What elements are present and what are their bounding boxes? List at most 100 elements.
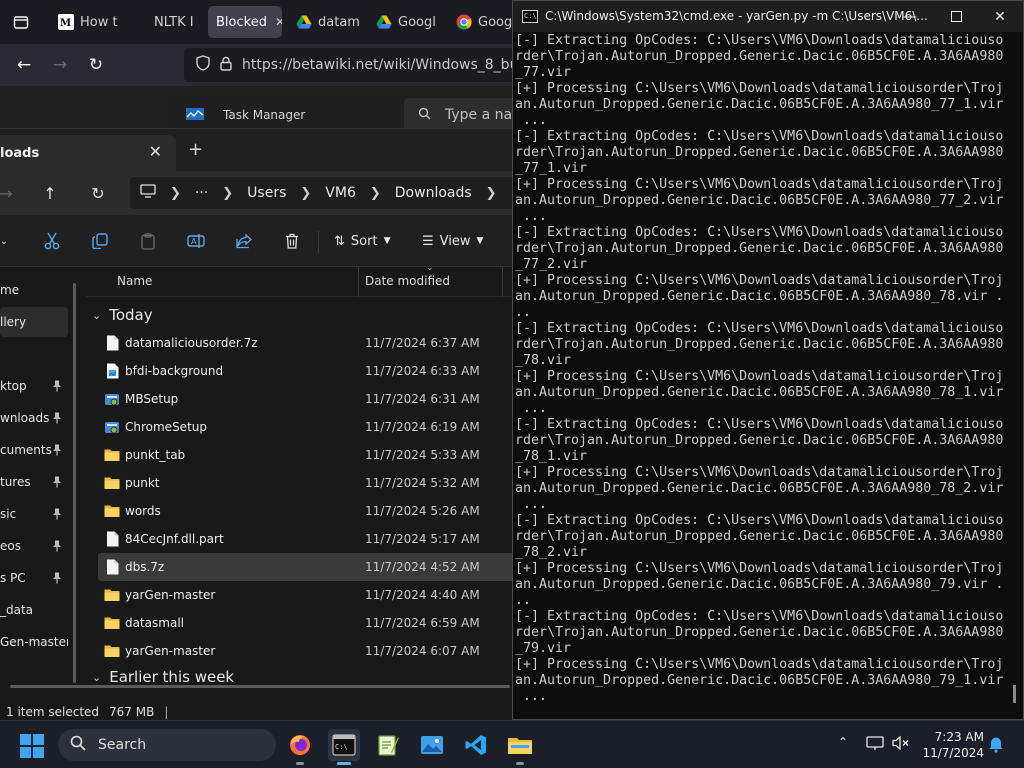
file-name: bfdi-background — [125, 364, 224, 378]
url-bar[interactable]: https://betawiki.net/wiki/Windows_8_buil… — [184, 48, 524, 82]
file-row[interactable]: yarGen-master 11/7/2024 6:07 AM — [98, 637, 518, 665]
file-row[interactable]: punkt 11/7/2024 5:32 AM — [98, 469, 518, 497]
nav-item-label: tures — [0, 475, 31, 489]
nav-item[interactable]: cuments — [0, 435, 68, 465]
terminal-icon[interactable]: C:\ — [328, 729, 360, 765]
browser-tab[interactable]: Googl — [448, 6, 512, 38]
delete-icon[interactable] — [280, 229, 304, 253]
browser-tab[interactable]: Blocked ✕ — [208, 6, 282, 38]
file-explorer-icon[interactable] — [504, 729, 536, 765]
nav-item[interactable]: llery — [0, 307, 68, 337]
horizontal-scrollbar[interactable] — [10, 685, 510, 688]
file-row[interactable]: MBSetup 11/7/2024 6:31 AM — [98, 385, 518, 413]
cut-icon[interactable] — [40, 229, 64, 253]
reload-icon[interactable]: ↻ — [83, 52, 109, 78]
browser-tab[interactable]: M How t — [50, 6, 138, 38]
browser-tab[interactable]: Googl — [368, 6, 440, 38]
breadcrumb-item-users[interactable]: Users — [247, 185, 286, 201]
sort-button[interactable]: ⇅ Sort ▼ — [334, 229, 390, 253]
group-header-today[interactable]: ⌄ Today — [92, 303, 153, 327]
paste-icon[interactable] — [136, 229, 160, 253]
file-row[interactable]: dbs.7z 11/7/2024 4:52 AM — [98, 553, 518, 581]
copy-icon[interactable] — [88, 229, 112, 253]
file-date-modified: 11/7/2024 6:19 AM — [365, 420, 480, 434]
new-tab-icon[interactable]: + — [188, 139, 203, 160]
folder-icon — [104, 587, 120, 603]
explorer-tab-downloads[interactable]: loads ✕ — [0, 135, 176, 171]
chevron-up-icon[interactable]: ⌃ — [838, 735, 848, 749]
file-row[interactable]: datasmall 11/7/2024 6:59 AM — [98, 609, 518, 637]
file-row[interactable]: words 11/7/2024 5:26 AM — [98, 497, 518, 525]
firefox-icon[interactable] — [284, 729, 316, 765]
nav-item[interactable]: me — [0, 275, 68, 305]
chevron-right-icon[interactable]: ❯ — [486, 186, 497, 201]
notepad-plus-plus-icon[interactable] — [372, 729, 404, 761]
cmd-title-bar[interactable]: C:\ C:\Windows\System32\cmd.exe - yarGen… — [513, 1, 1023, 32]
file-row[interactable]: datamaliciousorder.7z 11/7/2024 6:37 AM — [98, 329, 518, 357]
file-row[interactable]: yarGen-master 11/7/2024 4:40 AM — [98, 581, 518, 609]
column-divider[interactable] — [358, 267, 359, 297]
shield-icon[interactable] — [196, 55, 210, 75]
nav-item[interactable]: s PC — [0, 563, 68, 593]
nav-item[interactable]: Gen-master — [0, 627, 68, 657]
close-tab-icon[interactable]: ✕ — [149, 142, 162, 161]
column-header-date[interactable]: Date modified — [365, 274, 450, 288]
console-line: [+] Processing C:\Users\VM6\Downloads\da… — [515, 273, 1003, 288]
breadcrumb-item-vm6[interactable]: VM6 — [325, 185, 356, 201]
chevron-down-icon[interactable]: ⌄ — [0, 229, 16, 253]
forward-icon[interactable]: → — [47, 52, 73, 78]
taskbar-clock[interactable]: 7:23 AM 11/7/2024 — [916, 729, 984, 761]
nav-item[interactable]: sic — [0, 499, 68, 529]
lock-icon[interactable] — [220, 56, 232, 75]
share-icon[interactable] — [232, 229, 256, 253]
photos-icon[interactable] — [416, 729, 448, 761]
nav-item[interactable]: tures — [0, 467, 68, 497]
nav-item[interactable]: ktop — [0, 371, 68, 401]
forward-icon[interactable]: → — [0, 181, 18, 205]
cmd-icon[interactable]: C:\ — [522, 10, 538, 23]
nav-pane-scrollbar[interactable] — [73, 283, 76, 683]
column-header-name[interactable]: Name — [117, 274, 152, 288]
breadcrumb-more[interactable]: ··· — [195, 185, 208, 201]
view-button[interactable]: ☰ View ▼ — [422, 229, 483, 253]
file-row[interactable]: ChromeSetup 11/7/2024 6:19 AM — [98, 413, 518, 441]
console-line: ... — [515, 689, 548, 704]
browser-tab[interactable]: datam — [288, 6, 360, 38]
file-row[interactable]: bfdi-background 11/7/2024 6:33 AM — [98, 357, 518, 385]
volume-muted-icon[interactable] — [892, 735, 910, 755]
console-output[interactable]: [-] Extracting OpCodes: C:\Users\VM6\Dow… — [515, 32, 1003, 720]
group-label: Today — [109, 306, 153, 324]
chrome-favicon — [456, 14, 472, 30]
nav-item[interactable]: wnloads — [0, 403, 68, 433]
monitor-icon[interactable] — [140, 184, 156, 202]
network-icon[interactable] — [866, 735, 884, 755]
minimize-icon[interactable]: — — [887, 1, 933, 32]
url-text[interactable]: https://betawiki.net/wiki/Windows_8_buil… — [242, 57, 524, 73]
browser-tab[interactable]: NLTK I — [146, 6, 200, 38]
maximize-icon[interactable] — [933, 1, 979, 32]
taskbar-search[interactable]: Search — [58, 729, 276, 761]
column-divider[interactable] — [502, 267, 503, 297]
browser-tab-label: NLTK I — [154, 14, 194, 30]
rename-icon[interactable]: A — [184, 229, 208, 253]
file-row[interactable]: 84CecJnf.dll.part 11/7/2024 5:17 AM — [98, 525, 518, 553]
back-icon[interactable]: ← — [11, 52, 37, 78]
up-arrow-icon[interactable]: ↑ — [38, 181, 62, 205]
breadcrumb-item-downloads[interactable]: Downloads — [395, 185, 472, 201]
console-line: rder\Trojan.Autorun_Dropped.Generic.Daci… — [515, 337, 1003, 352]
refresh-icon[interactable]: ↻ — [86, 181, 110, 205]
close-icon[interactable]: ✕ — [977, 1, 1023, 32]
nav-item[interactable]: eos — [0, 531, 68, 561]
close-tab-icon[interactable]: ✕ — [275, 15, 282, 29]
search-placeholder[interactable]: Type a na — [445, 107, 512, 123]
breadcrumb[interactable]: ❯ ··· ❯ Users ❯ VM6 ❯ Downloads ❯ — [130, 177, 520, 209]
firefox-view-icon[interactable] — [8, 9, 34, 35]
console-scrollbar[interactable] — [1013, 685, 1016, 703]
group-header-earlier[interactable]: ⌄ Earlier this week — [92, 665, 234, 687]
notification-bell-icon[interactable] — [988, 735, 1004, 757]
windows-start-icon[interactable] — [20, 734, 44, 758]
nav-item[interactable]: _data — [0, 595, 68, 625]
svg-text:C:\: C:\ — [335, 743, 348, 751]
vscode-icon[interactable] — [460, 729, 492, 761]
file-row[interactable]: punkt_tab 11/7/2024 5:33 AM — [98, 441, 518, 469]
